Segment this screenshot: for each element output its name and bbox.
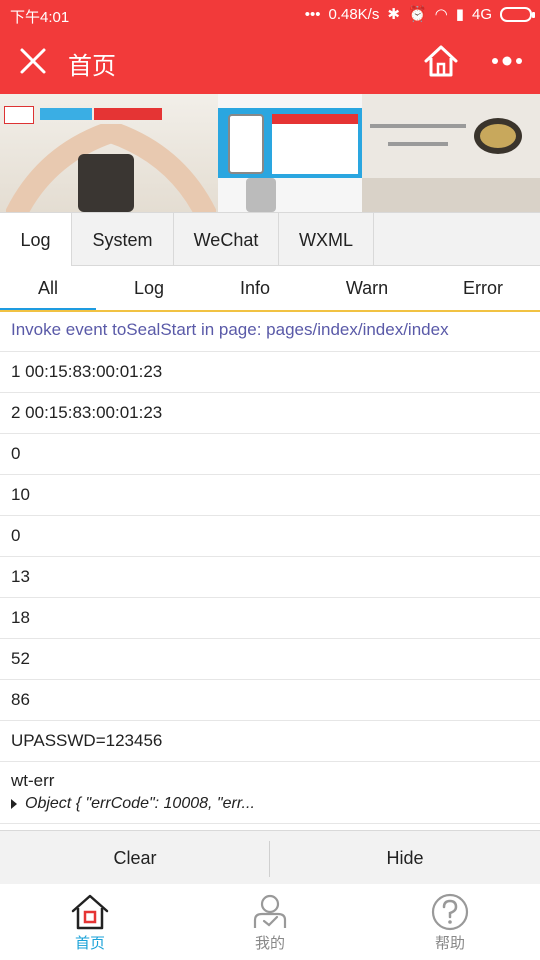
expand-triangle-icon[interactable] xyxy=(11,799,17,809)
seal-image xyxy=(474,118,522,154)
bottom-tab-bar: 首页 我的 帮助 xyxy=(0,884,540,960)
log-list[interactable]: Invoke event toSealStart in page: pages/… xyxy=(0,312,540,830)
clear-button[interactable]: Clear xyxy=(0,831,270,885)
more-icon[interactable] xyxy=(490,50,524,72)
home-icon xyxy=(71,894,109,930)
log-entry: 0 xyxy=(0,516,540,557)
filter-info[interactable]: Info xyxy=(202,266,308,310)
page-title: 首页 xyxy=(68,53,116,80)
log-entry: 1 00:15:83:00:01:23 xyxy=(0,352,540,393)
app-screen-image xyxy=(272,114,358,174)
status-indicators: ••• 0.48K/s ✱ ⏰ ◠ ▮ 4G xyxy=(304,5,535,23)
banner-image[interactable] xyxy=(0,94,540,212)
tab-log[interactable]: Log xyxy=(0,213,72,267)
filter-error[interactable]: Error xyxy=(426,266,540,310)
banner-panel-app xyxy=(218,94,362,212)
log-invoke-entry: Invoke event toSealStart in page: pages/… xyxy=(0,312,540,352)
home-icon[interactable] xyxy=(422,42,460,80)
debug-tab-bar: Log System WeChat WXML xyxy=(0,212,540,267)
alarm-icon: ⏰ xyxy=(407,6,427,23)
bottom-tab-label: 帮助 xyxy=(434,935,465,952)
bottom-tab-label: 首页 xyxy=(74,935,105,952)
log-object-detail: Object { "errCode": 10008, "err... xyxy=(25,795,255,812)
banner-panel-seal xyxy=(362,94,540,212)
bluetooth-icon: ✱ xyxy=(387,6,400,23)
wifi-icon: ◠ xyxy=(434,6,448,23)
banner-panel-lock xyxy=(0,94,218,212)
phone-image xyxy=(228,114,264,174)
status-time: 下午4:01 xyxy=(10,9,70,26)
filter-warn[interactable]: Warn xyxy=(308,266,426,310)
bottom-tab-mine[interactable]: 我的 xyxy=(180,884,360,960)
nav-bar: 首页 xyxy=(0,30,540,94)
tab-wxml[interactable]: WXML xyxy=(279,213,374,267)
tab-wechat[interactable]: WeChat xyxy=(174,213,279,267)
help-icon xyxy=(431,893,469,931)
log-entry: 2 00:15:83:00:01:23 xyxy=(0,393,540,434)
action-bar: Clear Hide xyxy=(0,830,540,884)
bottom-tab-help[interactable]: 帮助 xyxy=(360,884,540,960)
banner-tag-red xyxy=(94,108,162,120)
network-speed: 0.48K/s xyxy=(328,5,380,23)
filter-tab-bar: All Log Info Warn Error xyxy=(0,266,540,312)
bottom-tab-label: 我的 xyxy=(254,935,285,952)
log-entry: 0 xyxy=(0,434,540,475)
status-bar: 下午4:01 ••• 0.48K/s ✱ ⏰ ◠ ▮ 4G xyxy=(0,0,540,30)
smart-lock-image xyxy=(78,154,134,212)
log-object-expander[interactable]: Object { "errCode": 10008, "err... xyxy=(11,794,529,814)
signal-icon: ▮ xyxy=(455,6,464,23)
log-entry: 13 xyxy=(0,557,540,598)
hide-button[interactable]: Hide xyxy=(270,831,540,885)
close-icon[interactable] xyxy=(16,44,50,78)
log-entry: 52 xyxy=(0,639,540,680)
user-icon xyxy=(253,894,287,928)
banner-tag-blue xyxy=(40,108,92,120)
log-entry: 18 xyxy=(0,598,540,639)
battery-icon xyxy=(500,6,535,22)
log-object-entry: wt-err Object { "errCode": 10008, "err..… xyxy=(0,762,540,824)
dots-icon: ••• xyxy=(304,5,321,23)
log-entry: 10 xyxy=(0,475,540,516)
device-image xyxy=(246,178,276,212)
filter-all[interactable]: All xyxy=(0,266,96,310)
log-entry: UPASSWD=123456 xyxy=(0,721,540,762)
bottom-tab-home[interactable]: 首页 xyxy=(0,884,180,960)
logo-stamp xyxy=(4,106,34,124)
tab-system[interactable]: System xyxy=(72,213,174,267)
log-entry: 86 xyxy=(0,680,540,721)
log-object-label: wt-err xyxy=(11,771,55,790)
network-type: 4G xyxy=(471,5,492,23)
filter-log[interactable]: Log xyxy=(96,266,202,310)
